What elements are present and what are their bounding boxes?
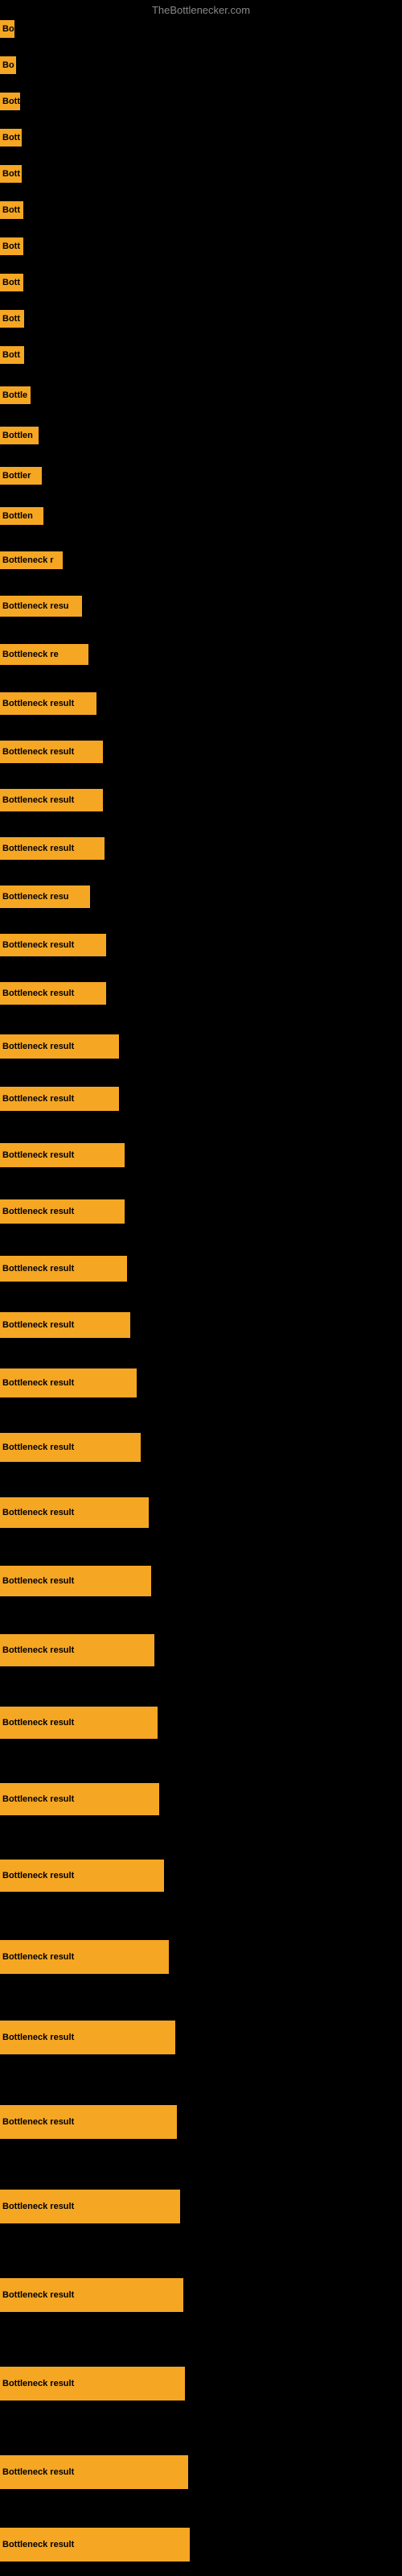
bar-item: Bottleneck result xyxy=(0,2105,177,2139)
bar-label: Bottleneck result xyxy=(0,1940,169,1974)
bar-label: Bottleneck resu xyxy=(0,596,82,617)
bar-label: Bottleneck result xyxy=(0,1634,154,1666)
bar-item: Bott xyxy=(0,201,23,219)
bar-item: Bott xyxy=(0,310,24,328)
bar-label: Bottleneck result xyxy=(0,1312,130,1338)
bar-item: Bottleneck result xyxy=(0,1783,159,1815)
bar-label: Bott xyxy=(0,93,20,110)
bar-item: Bottleneck result xyxy=(0,1566,151,1596)
bar-item: Bott xyxy=(0,346,24,364)
bar-item: Bottleneck result xyxy=(0,1940,169,1974)
bar-label: Bottleneck r xyxy=(0,551,63,569)
bar-item: Bottleneck result xyxy=(0,934,106,956)
bar-item: Bottleneck resu xyxy=(0,596,82,617)
bar-label: Bo xyxy=(0,56,16,74)
bar-label: Bott xyxy=(0,201,23,219)
bar-label: Bottlen xyxy=(0,507,43,525)
bar-item: Bottleneck result xyxy=(0,1634,154,1666)
bar-item: Bott xyxy=(0,93,20,110)
bar-item: Bottleneck result xyxy=(0,741,103,763)
bar-item: Bottleneck result xyxy=(0,1497,149,1528)
bar-label: Bottleneck result xyxy=(0,1368,137,1397)
bar-label: Bott xyxy=(0,129,22,147)
bar-item: Bottleneck result xyxy=(0,1034,119,1059)
bar-item: Bott xyxy=(0,237,23,255)
bar-item: Bottleneck resu xyxy=(0,886,90,908)
bar-label: Bottleneck result xyxy=(0,2278,183,2312)
bar-item: Bottleneck result xyxy=(0,1707,158,1739)
bar-label: Bottleneck result xyxy=(0,1497,149,1528)
bar-label: Bottleneck result xyxy=(0,741,103,763)
bar-item: Bottleneck result xyxy=(0,789,103,811)
bar-label: Bottleneck resu xyxy=(0,886,90,908)
bar-label: Bottlen xyxy=(0,427,39,444)
bar-label: Bottleneck result xyxy=(0,2455,188,2489)
bar-item: Bottleneck result xyxy=(0,1199,125,1224)
bar-item: Bottleneck result xyxy=(0,2528,190,2562)
bar-label: Bottleneck result xyxy=(0,2190,180,2223)
bar-label: Bottleneck result xyxy=(0,2021,175,2054)
bar-label: Bottleneck result xyxy=(0,1707,158,1739)
bar-item: Bottleneck result xyxy=(0,2455,188,2489)
bar-item: Bottleneck result xyxy=(0,2278,183,2312)
bar-item: Bottleneck result xyxy=(0,1087,119,1111)
bar-label: Bottle xyxy=(0,386,31,404)
bar-item: Bottleneck result xyxy=(0,1143,125,1167)
bar-item: Bott xyxy=(0,274,23,291)
bar-item: Bottleneck result xyxy=(0,1368,137,1397)
bar-item: Bottleneck result xyxy=(0,2190,180,2223)
bar-item: Bottleneck result xyxy=(0,1860,164,1892)
bar-label: Bott xyxy=(0,237,23,255)
bar-label: Bottleneck result xyxy=(0,1087,119,1111)
bar-item: Bottleneck result xyxy=(0,1433,141,1462)
bar-label: Bottleneck result xyxy=(0,1143,125,1167)
bar-label: Bott xyxy=(0,310,24,328)
bar-label: Bottleneck result xyxy=(0,1433,141,1462)
bar-item: Bottleneck r xyxy=(0,551,63,569)
bar-item: Bottleneck result xyxy=(0,837,105,860)
bar-item: Bott xyxy=(0,165,22,183)
bar-item: Bottleneck result xyxy=(0,982,106,1005)
bar-label: Bott xyxy=(0,165,22,183)
bar-label: Bott xyxy=(0,346,24,364)
bar-label: Bo xyxy=(0,20,14,38)
bar-item: Bo xyxy=(0,56,16,74)
bar-item: Bott xyxy=(0,129,22,147)
bar-label: Bottleneck re xyxy=(0,644,88,665)
bar-item: Bottleneck result xyxy=(0,2367,185,2401)
bar-label: Bottleneck result xyxy=(0,1783,159,1815)
bar-label: Bottleneck result xyxy=(0,934,106,956)
bar-item: Bottleneck re xyxy=(0,644,88,665)
bar-label: Bottleneck result xyxy=(0,1860,164,1892)
bar-item: Bottlen xyxy=(0,427,39,444)
bar-item: Bottleneck result xyxy=(0,2021,175,2054)
bar-label: Bottleneck result xyxy=(0,1034,119,1059)
bar-label: Bottleneck result xyxy=(0,2528,190,2562)
bar-item: Bottleneck result xyxy=(0,692,96,715)
bar-label: Bottleneck result xyxy=(0,692,96,715)
bar-item: Bo xyxy=(0,20,14,38)
bar-item: Bottleneck result xyxy=(0,1256,127,1282)
site-title: TheBottlenecker.com xyxy=(152,4,250,16)
bar-item: Bottle xyxy=(0,386,31,404)
bar-label: Bottleneck result xyxy=(0,982,106,1005)
bar-label: Bottleneck result xyxy=(0,2105,177,2139)
bar-label: Bottleneck result xyxy=(0,789,103,811)
bar-item: Bottlen xyxy=(0,507,43,525)
bar-label: Bottleneck result xyxy=(0,1566,151,1596)
bar-label: Bottler xyxy=(0,467,42,485)
bar-label: Bottleneck result xyxy=(0,837,105,860)
bar-label: Bottleneck result xyxy=(0,1199,125,1224)
bar-label: Bottleneck result xyxy=(0,1256,127,1282)
bar-label: Bottleneck result xyxy=(0,2367,185,2401)
bar-item: Bottleneck result xyxy=(0,1312,130,1338)
bar-item: Bottler xyxy=(0,467,42,485)
bar-label: Bott xyxy=(0,274,23,291)
